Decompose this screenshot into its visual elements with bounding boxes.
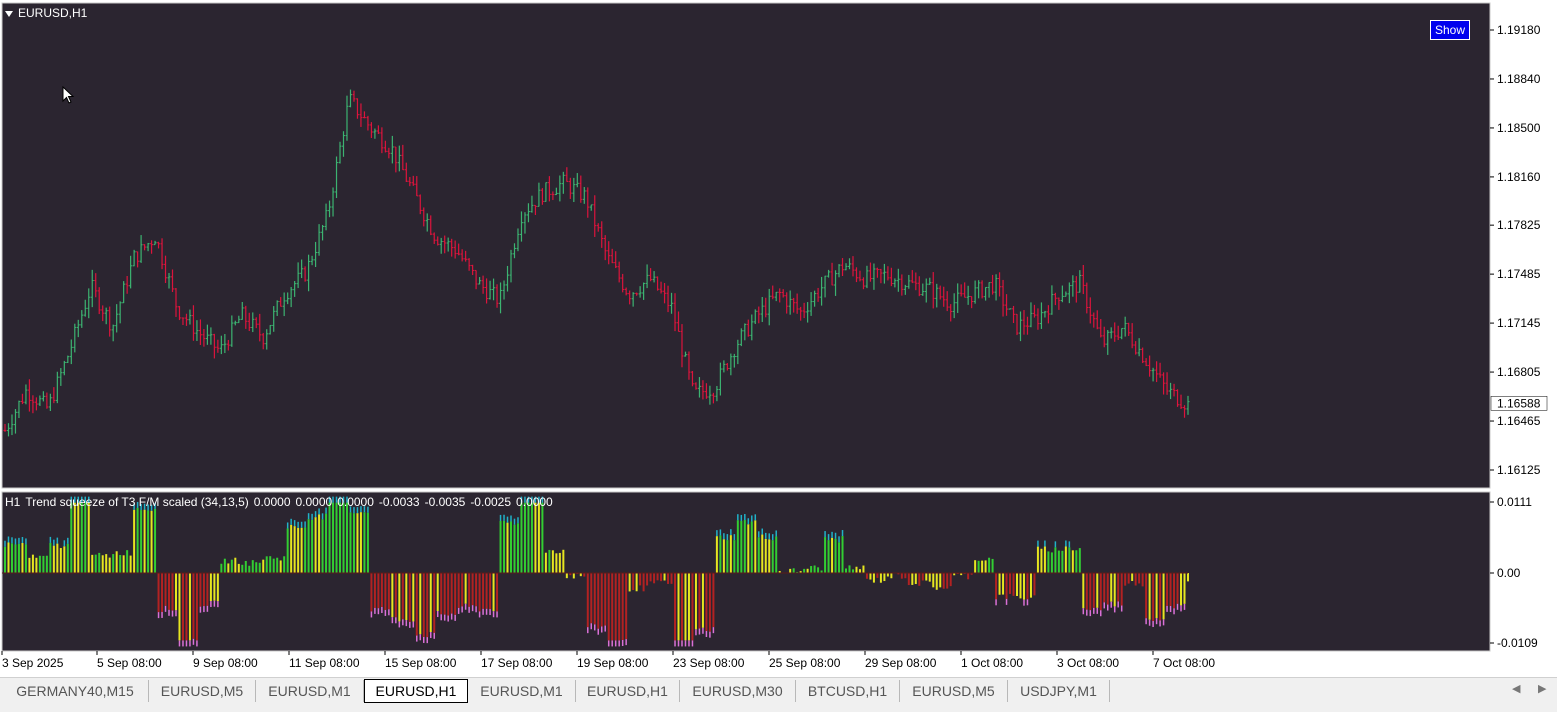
- time-tick-label: 5 Sep 08:00: [97, 656, 162, 670]
- price-tick-label: 1.18840: [1497, 72, 1541, 86]
- time-tick-label: 7 Oct 08:00: [1153, 656, 1215, 670]
- tab-eurusd-m5[interactable]: EURUSD,M5: [900, 680, 1008, 702]
- time-tick-label: 19 Sep 08:00: [577, 656, 649, 670]
- horizontal-scrollbar[interactable]: [0, 703, 1557, 711]
- tab-usdjpy-m1[interactable]: USDJPY,M1: [1008, 680, 1110, 702]
- main-chart-area[interactable]: [1, 2, 1491, 489]
- indicator-value: 0.0000: [516, 495, 553, 509]
- price-tick-label: 1.16465: [1497, 414, 1541, 428]
- tab-eurusd-m1[interactable]: EURUSD,M1: [256, 680, 364, 702]
- tab-eurusd-m30[interactable]: EURUSD,M30: [680, 680, 796, 702]
- price-tick-label: 1.17145: [1497, 316, 1541, 330]
- price-tick-label: 1.17825: [1497, 218, 1541, 232]
- tab-scroll-left-icon[interactable]: ◀: [1512, 682, 1520, 695]
- tab-scroll-right-icon[interactable]: ▶: [1538, 682, 1546, 695]
- indicator-value: 0.0000: [253, 495, 291, 509]
- time-tick-label: 17 Sep 08:00: [481, 656, 553, 670]
- indicator-label: H1 Trend squeeze of T3 F/M scaled (34,13,…: [5, 495, 558, 509]
- indicator-value: 0.0000: [337, 495, 374, 509]
- time-tick-label: 3 Oct 08:00: [1057, 656, 1119, 670]
- time-tick-label: 15 Sep 08:00: [385, 656, 457, 670]
- tab-btcusd-h1[interactable]: BTCUSD,H1: [796, 680, 900, 702]
- mouse-cursor-icon: [62, 86, 75, 104]
- price-tick-label: 1.18500: [1497, 121, 1541, 135]
- osc-tick-label: -0.0109: [1497, 636, 1538, 650]
- indicator-name: Trend squeeze of T3 F/M scaled (34,13,5): [25, 495, 249, 509]
- indicator-value: -0.0025: [470, 495, 512, 509]
- price-tick-label: 1.16805: [1497, 365, 1541, 379]
- time-tick-label: 9 Sep 08:00: [193, 656, 258, 670]
- indicator-value: -0.0035: [424, 495, 466, 509]
- price-tick-label: 1.19180: [1497, 23, 1541, 37]
- price-tick-label: 1.16125: [1497, 463, 1541, 477]
- osc-tick-label: 0.0111: [1497, 495, 1532, 509]
- tab-eurusd-m1[interactable]: EURUSD,M1: [468, 680, 576, 702]
- indicator-value: 0.0000: [295, 495, 333, 509]
- indicator-value: -0.0033: [378, 495, 420, 509]
- osc-tick-label: 0.00: [1497, 566, 1521, 580]
- chart-canvas[interactable]: 1.19180 1.18840 1.18500 1.18160 1.17825 1.174…: [0, 0, 1557, 677]
- time-tick-label: 1 Oct 08:00: [961, 656, 1023, 670]
- time-tick-label: 29 Sep 08:00: [865, 656, 937, 670]
- price-tick-label: 1.18160: [1497, 170, 1541, 184]
- time-tick-label: 25 Sep 08:00: [769, 656, 841, 670]
- collapse-triangle-icon[interactable]: [5, 10, 13, 17]
- tab-eurusd-m5[interactable]: EURUSD,M5: [149, 680, 256, 702]
- time-tick-label: 11 Sep 08:00: [289, 656, 360, 670]
- indicator-prefix: H1: [5, 495, 21, 509]
- show-button[interactable]: Show: [1430, 20, 1470, 40]
- time-tick-label: 3 Sep 2025: [2, 656, 64, 670]
- tab-eurusd-h1[interactable]: EURUSD,H1: [576, 680, 680, 702]
- tab-germany40-m15[interactable]: GERMANY40,M15: [2, 680, 149, 702]
- time-tick-label: 23 Sep 08:00: [673, 656, 745, 670]
- symbol-text: EURUSD,H1: [18, 6, 88, 20]
- symbol-label[interactable]: EURUSD,H1: [5, 6, 87, 20]
- current-price-label: 1.16588: [1497, 396, 1541, 410]
- price-tick-label: 1.17485: [1497, 267, 1541, 281]
- tab-eurusd-h1-active[interactable]: EURUSD,H1: [364, 679, 468, 703]
